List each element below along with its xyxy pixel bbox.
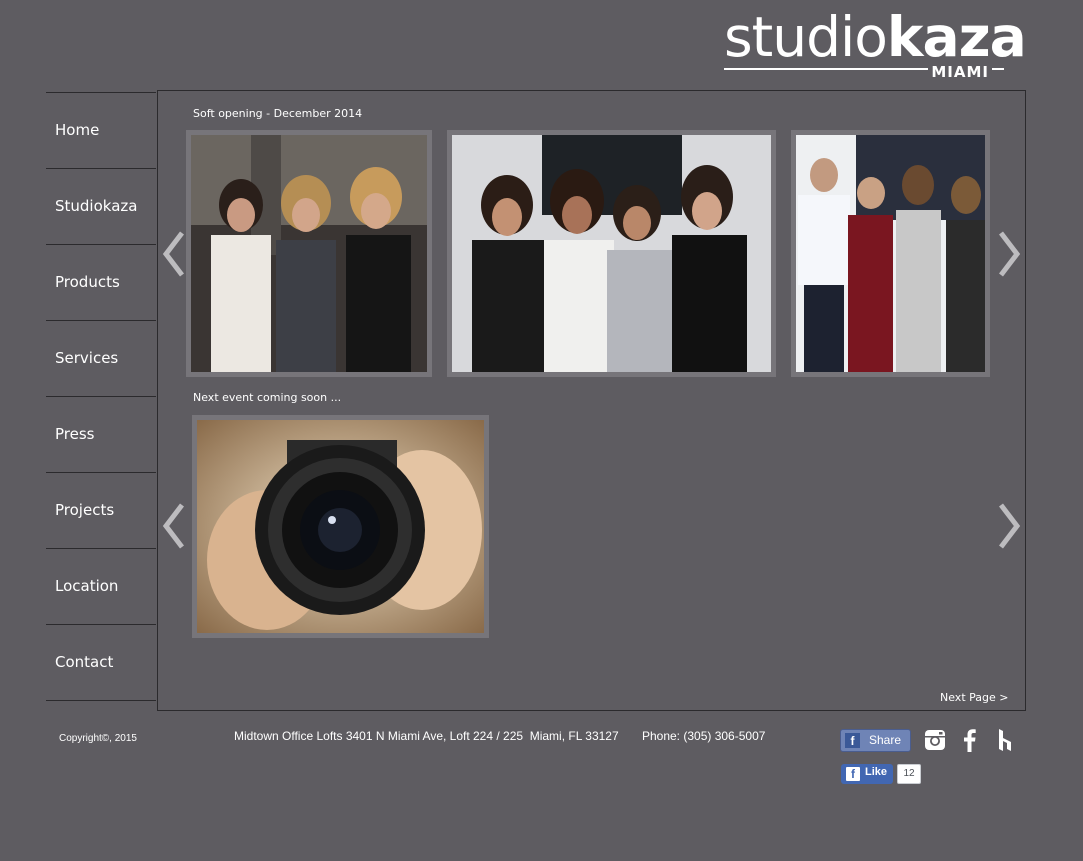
nav-item-press[interactable]: Press (46, 396, 156, 472)
gallery1-prev-arrow[interactable] (160, 229, 188, 279)
gallery-title-next-event: Next event coming soon ... (193, 391, 342, 404)
nav-item-studiokaza[interactable]: Studiokaza (46, 168, 156, 244)
gallery1-next-arrow[interactable] (995, 229, 1023, 279)
facebook-share-button[interactable]: f Share (840, 729, 911, 752)
nav-item-label: Location (55, 577, 119, 595)
nav-item-projects[interactable]: Projects (46, 472, 156, 548)
nav-item-label: Press (55, 425, 95, 443)
facebook-icon[interactable] (958, 728, 982, 752)
gallery2-prev-arrow[interactable] (160, 501, 188, 551)
facebook-like-button[interactable]: f Like (841, 764, 893, 784)
chevron-left-icon (162, 503, 184, 549)
nav-item-label: Services (55, 349, 119, 367)
logo-wordmark: studiokaza (724, 2, 1027, 72)
gallery-photo-2[interactable] (447, 130, 776, 377)
main-nav: Home Studiokaza Products Services Press … (46, 92, 156, 701)
copyright-text: Copyright©, 2015 (59, 733, 137, 744)
instagram-icon[interactable] (923, 728, 947, 752)
logo-city: MIAMI (928, 63, 992, 81)
chevron-right-icon (999, 503, 1021, 549)
like-count-badge: 12 (897, 764, 921, 784)
facebook-icon: f (846, 767, 860, 781)
nav-item-location[interactable]: Location (46, 548, 156, 624)
nav-item-label: Projects (55, 501, 115, 519)
houzz-icon[interactable] (993, 728, 1017, 752)
gallery-photo-camera[interactable] (192, 415, 489, 638)
nav-item-label: Home (55, 121, 100, 139)
chevron-left-icon (162, 231, 184, 277)
like-label: Like (865, 766, 888, 778)
logo-text-studio: studio (724, 5, 888, 69)
gallery-photo-3[interactable] (791, 130, 990, 377)
nav-item-services[interactable]: Services (46, 320, 156, 396)
address-phone-text: Midtown Office Lofts 3401 N Miami Ave, L… (234, 729, 766, 743)
event-photo-image (191, 135, 427, 372)
gallery2-next-arrow[interactable] (995, 501, 1023, 551)
event-photo-image (452, 135, 771, 372)
gallery-title-soft-opening: Soft opening - December 2014 (193, 107, 363, 120)
nav-item-label: Contact (55, 653, 114, 671)
nav-item-contact[interactable]: Contact (46, 624, 156, 701)
nav-item-home[interactable]: Home (46, 92, 156, 168)
nav-item-label: Studiokaza (55, 197, 138, 215)
camera-photo-image (197, 420, 484, 633)
facebook-icon: f (845, 733, 860, 748)
logo-text-kaza: kaza (886, 5, 1027, 69)
share-label: Share (869, 733, 902, 747)
nav-item-label: Products (55, 273, 120, 291)
chevron-right-icon (999, 231, 1021, 277)
site-logo[interactable]: studiokaza MIAMI (724, 5, 1027, 81)
next-page-link[interactable]: Next Page > (940, 691, 1008, 704)
nav-item-products[interactable]: Products (46, 244, 156, 320)
event-photo-image (796, 135, 985, 372)
gallery-photo-1[interactable] (186, 130, 432, 377)
